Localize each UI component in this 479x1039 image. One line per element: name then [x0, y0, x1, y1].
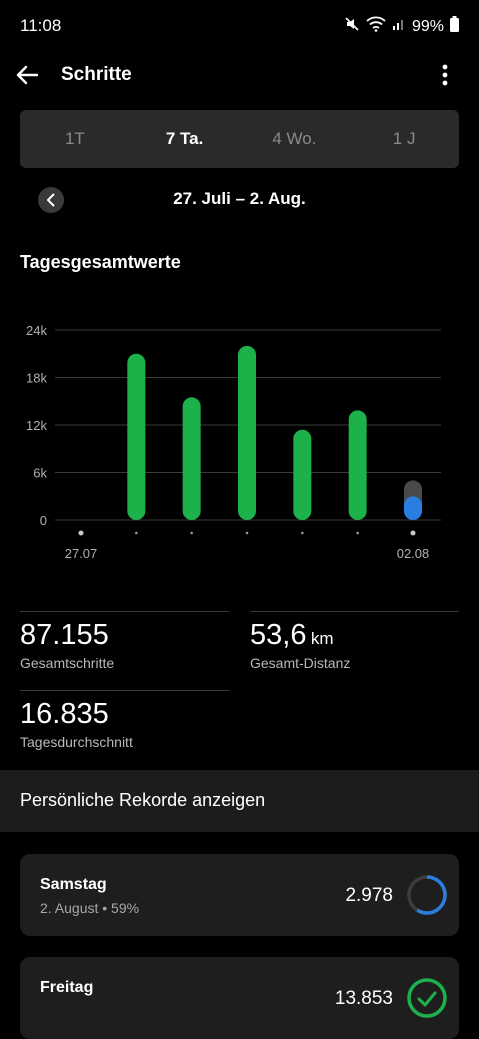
bar — [348, 410, 367, 520]
daily-average-value: 16.835 — [20, 698, 109, 730]
divider — [20, 611, 229, 612]
x-tick-dot — [356, 531, 359, 535]
mute-icon — [344, 16, 360, 37]
daily-average-label: Tagesdurchschnitt — [20, 734, 133, 750]
signal-icon — [392, 17, 406, 36]
x-tick-label: 02.08 — [397, 546, 430, 561]
card-day: Samstag — [40, 876, 107, 893]
total-distance-unit: km — [310, 629, 334, 648]
x-tick-dot — [190, 531, 193, 535]
x-tick-dot — [245, 531, 249, 535]
card-sub: 2. August • 59% — [40, 900, 140, 916]
y-tick-label: 6k — [33, 466, 47, 481]
steps-bar-chart: 24k 18k 12k 6k 0 27.07 02.08 — [26, 323, 441, 561]
x-tick-dot — [301, 531, 304, 535]
tab-1-day[interactable]: 1T — [20, 129, 130, 149]
y-tick-label: 24k — [26, 323, 47, 338]
tab-7-days[interactable]: 7 Ta. — [130, 129, 240, 149]
tab-4-weeks[interactable]: 4 Wo. — [240, 129, 350, 149]
card-value: 13.853 — [334, 988, 393, 1009]
section-title: Tagesgesamtwerte — [20, 252, 181, 272]
more-options-button[interactable] — [430, 60, 460, 90]
x-tick-dot — [135, 531, 138, 535]
page-title: Schritte — [61, 64, 132, 85]
progress-ring-icon — [407, 875, 447, 915]
status-time: 11:08 — [20, 16, 62, 35]
previous-period-button[interactable] — [38, 187, 64, 213]
divider — [250, 611, 459, 612]
status-icons: 99% — [344, 16, 459, 37]
day-card[interactable]: Samstag 2. August • 59% 2.978 — [20, 854, 459, 936]
arrow-left-icon — [16, 65, 38, 85]
card-day: Freitag — [40, 979, 94, 996]
divider — [20, 690, 229, 691]
x-tick-dot — [410, 530, 416, 536]
bar — [293, 429, 312, 520]
tab-1-year[interactable]: 1 J — [349, 129, 459, 149]
personal-records-label: Persönliche Rekorde anzeigen — [20, 790, 266, 810]
x-tick-dot — [78, 530, 84, 536]
goal-complete-icon — [407, 978, 447, 1018]
bar — [182, 397, 201, 520]
y-tick-label: 12k — [26, 418, 47, 433]
card-value: 2.978 — [345, 885, 393, 906]
total-steps-label: Gesamtschritte — [20, 655, 115, 671]
total-distance-label: Gesamt-Distanz — [250, 655, 351, 671]
total-steps-value: 87.155 — [20, 619, 109, 651]
back-button[interactable] — [12, 60, 42, 90]
total-distance: 53,6 km — [250, 619, 334, 652]
total-distance-value: 53,6 — [250, 619, 307, 651]
battery-level: 99% — [411, 17, 444, 35]
bar — [238, 345, 256, 520]
y-tick-label: 0 — [40, 513, 47, 528]
wifi-icon — [366, 16, 386, 37]
bar — [127, 353, 146, 520]
date-range: 27. Juli – 2. Aug. — [173, 189, 306, 208]
more-vert-icon — [442, 64, 448, 86]
period-tabs: 1T 7 Ta. 4 Wo. 1 J — [20, 110, 459, 168]
day-card[interactable]: Freitag 13.853 — [20, 957, 459, 1039]
x-tick-label: 27.07 — [65, 546, 98, 561]
chevron-left-icon — [47, 193, 55, 207]
y-tick-label: 18k — [26, 371, 47, 386]
battery-icon — [450, 16, 459, 37]
bar — [404, 496, 422, 520]
